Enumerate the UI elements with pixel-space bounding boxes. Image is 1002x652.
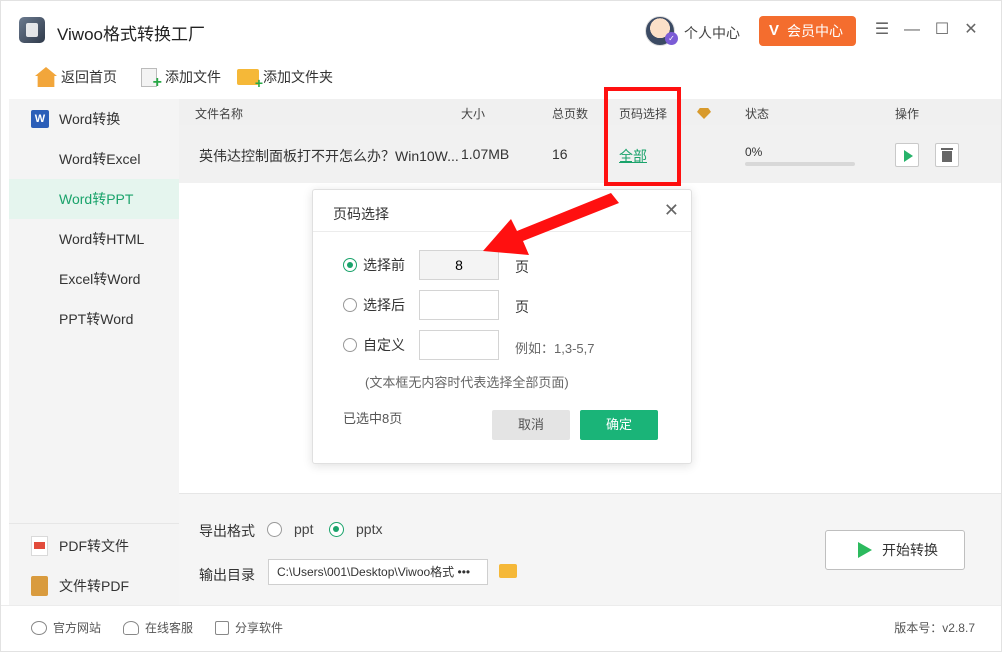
official-site-label: 官方网站 [53,621,102,635]
sidebar-item-excel-word[interactable]: Excel转Word [9,259,179,299]
custom-pages-input[interactable] [419,330,499,360]
sidebar-item-ppt-word[interactable]: PPT转Word [9,299,179,339]
support-link[interactable]: 在线客服 [123,619,193,636]
word-icon: W [31,110,49,128]
sidebar-group-word-label: Word转换 [59,111,121,127]
minimize-icon[interactable]: — [903,21,921,39]
start-convert-button[interactable]: 开始转换 [825,530,965,570]
close-icon[interactable]: ✕ [962,21,980,39]
output-panel: 导出格式 ppt pptx 输出目录 C:\Users\001\Desktop\… [179,493,1001,605]
dialog-close-icon[interactable]: ✕ [664,200,679,221]
file-to-pdf-icon [31,576,48,596]
maximize-icon[interactable]: ☐ [933,21,951,39]
official-site-link[interactable]: 官方网站 [31,619,101,636]
highlight-box [604,87,681,186]
option-custom[interactable]: 自定义 [343,331,405,359]
progress-bar [745,162,855,166]
toolbar: 返回首页 添加文件 添加文件夹 [1,59,1001,99]
option-last-label: 选择后 [363,297,405,313]
gem-icon [697,108,711,119]
sidebar-item-word-ppt[interactable]: Word转PPT [9,179,179,219]
play-icon[interactable] [895,143,919,167]
header-actions: 操作 [895,107,920,121]
sidebar-item-word-excel[interactable]: Word转Excel [9,139,179,179]
file-size: 1.07MB [461,146,510,162]
file-to-pdf-label: 文件转PDF [59,578,129,594]
home-button[interactable]: 返回首页 [35,65,117,89]
unit-last: 页 [515,299,529,315]
app-title: Viwoo格式转换工厂 [57,25,205,44]
version-text: 版本号：v2.8.7 [894,621,975,635]
app-window: Viwoo格式转换工厂 ✓ 个人中心 V 会员中心 ☰ — ☐ ✕ 返回首页 添… [0,0,1002,652]
add-folder-label: 添加文件夹 [263,69,333,85]
red-arrow-icon [483,193,619,255]
header-size: 大小 [461,107,486,121]
option-last[interactable]: 选择后 [343,291,405,319]
confirm-button[interactable]: 确定 [580,410,658,440]
radio-pptx[interactable] [329,521,344,537]
app-logo-icon [19,17,45,43]
vip-center-button[interactable]: V 会员中心 [759,16,856,46]
share-icon [215,620,229,635]
format-pptx-label: pptx [356,521,383,537]
sidebar-bottom: PDF转文件 文件转PDF [9,523,179,605]
pdf-convert-label: PDF转文件 [59,538,129,554]
file-pages: 16 [552,146,568,162]
cancel-button[interactable]: 取消 [492,410,570,440]
folder-open-icon[interactable] [499,564,517,578]
sidebar-item-file-to-pdf[interactable]: 文件转PDF [9,566,179,606]
output-dir-field[interactable]: C:\Users\001\Desktop\Viwoo格式 ••• [268,559,488,585]
format-ppt-label: ppt [294,521,314,537]
footer: 官方网站 在线客服 分享软件 版本号：v2.8.7 [1,605,1001,649]
globe-icon [31,620,47,635]
pdf-icon [31,536,48,556]
radio-first[interactable] [343,258,357,272]
format-label: 导出格式 [199,523,255,539]
table-row[interactable]: 英伟达控制面板打不开怎么办？Win10W... 1.07MB 16 全部 0% [179,125,1001,183]
outdir-label: 输出目录 [199,567,255,583]
header-status: 状态 [745,107,770,121]
menu-icon[interactable]: ☰ [873,21,891,39]
format-option-pptx[interactable]: pptx [329,521,382,537]
custom-example: 例如：1,3-5,7 [515,341,595,356]
support-label: 在线客服 [145,621,194,635]
sidebar-group-word[interactable]: W Word转换 [9,99,179,139]
vip-badge-icon: ✓ [665,32,678,45]
title-bar: Viwoo格式转换工厂 ✓ 个人中心 V 会员中心 ☰ — ☐ ✕ [1,1,1001,59]
radio-ppt[interactable] [267,521,282,537]
add-file-label: 添加文件 [165,69,221,85]
option-first-label: 选择前 [363,257,405,273]
radio-custom[interactable] [343,338,357,352]
user-center-link[interactable]: 个人中心 [684,23,740,43]
home-icon [35,67,57,87]
headset-icon [123,620,139,635]
empty-note: (文本框无内容时代表选择全部页面) [365,375,569,390]
add-folder-button[interactable]: 添加文件夹 [237,65,333,91]
sidebar: W Word转换 Word转Excel Word转PPT Word转HTML E… [9,99,179,605]
add-file-icon [141,67,162,92]
last-pages-input[interactable] [419,290,499,320]
delete-icon[interactable] [935,143,959,167]
share-link[interactable]: 分享软件 [215,619,283,636]
radio-last[interactable] [343,298,357,312]
vip-v-icon: V [769,22,780,39]
add-folder-icon [237,69,263,91]
option-first[interactable]: 选择前 [343,251,405,279]
table-header: 文件名称 大小 总页数 页码选择 状态 操作 [179,99,1001,125]
selected-count: 已选中8页 [343,411,403,426]
home-label: 返回首页 [61,69,117,85]
share-label: 分享软件 [235,621,284,635]
option-custom-label: 自定义 [363,337,405,353]
add-file-button[interactable]: 添加文件 [141,65,221,92]
vip-center-label: 会员中心 [787,23,843,39]
file-name: 英伟达控制面板打不开怎么办？Win10W... [199,148,459,164]
header-name: 文件名称 [195,107,244,121]
dialog-title: 页码选择 [333,206,389,222]
status-text: 0% [745,145,763,159]
sidebar-item-word-html[interactable]: Word转HTML [9,219,179,259]
sidebar-item-pdf-convert[interactable]: PDF转文件 [9,526,179,566]
header-pages: 总页数 [552,107,589,121]
format-option-ppt[interactable]: ppt [267,521,313,537]
